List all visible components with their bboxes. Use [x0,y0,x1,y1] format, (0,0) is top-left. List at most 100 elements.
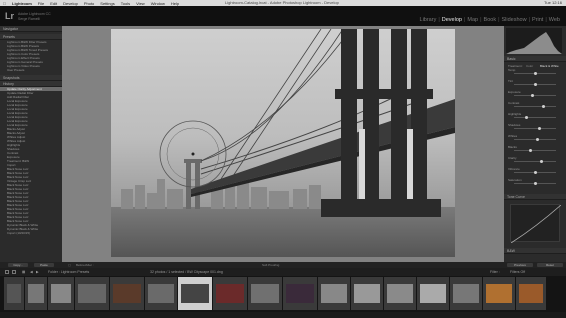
filmstrip-thumbnail[interactable] [318,277,350,310]
slider-knob[interactable] [525,116,529,119]
identity-text: Adobe Lightroom CC Serge Ramelli [18,12,51,22]
menu-window[interactable]: Window [151,1,165,6]
menu-file[interactable]: File [38,1,44,6]
slider-label: Exposure [508,90,521,94]
filmstrip-thumbnail[interactable] [25,277,47,310]
main-photo[interactable] [111,29,455,257]
slider-track[interactable] [514,116,556,119]
left-panel: Navigator Presets Lightroom B&W Filter P… [0,26,62,262]
thumbnail-image [7,284,21,303]
thumbnail-image [519,284,543,303]
module-slideshow[interactable]: Slideshow [502,17,527,23]
thumbnail-image [251,284,279,303]
filmstrip-thumbnail[interactable] [4,277,24,310]
menu-develop[interactable]: Develop [63,1,78,6]
filmstrip-thumbnail[interactable] [248,277,282,310]
histogram-graph [506,32,562,54]
module-separator: | [528,17,531,23]
thumbnail-image [486,284,512,303]
slider-track[interactable] [514,94,556,97]
tone-curve-header[interactable]: Tone Curve [504,194,566,200]
right-panel: Basic Treatment : Color Black & White Te… [504,26,566,262]
slider-track[interactable] [514,105,556,108]
slider-knob[interactable] [539,160,543,163]
module-print[interactable]: Print [532,17,543,23]
previous-button[interactable]: Previous [507,263,533,267]
module-library[interactable]: Library [420,17,437,23]
filmstrip-thumbnail[interactable] [145,277,177,310]
thumbnail-image [148,284,174,303]
copy-settings-button[interactable]: Copy... [8,263,28,267]
thumbnail-image [387,284,413,303]
treatment-bw[interactable]: Black & White [540,64,559,68]
filmstrip-thumbnail[interactable] [384,277,416,310]
menu-lightroom[interactable]: Lightroom [12,1,32,6]
lightroom-logo: Lr [5,11,14,21]
slider-knob[interactable] [535,138,539,141]
second-window-icon[interactable] [12,270,16,274]
menu-photo[interactable]: Photo [84,1,94,6]
slider-track[interactable] [514,127,556,130]
slider-label: Tint [508,79,513,83]
slider-track[interactable] [514,160,556,163]
slider-track[interactable] [514,149,556,152]
slider-knob[interactable] [537,127,541,130]
slider-track[interactable] [514,83,556,86]
slider-track[interactable] [514,171,556,174]
treatment-color[interactable]: Color [526,64,533,68]
module-web[interactable]: Web [549,17,560,23]
bw-header[interactable]: B&W [504,248,566,254]
slider-knob[interactable] [533,72,537,75]
filmstrip-thumbnail[interactable] [351,277,383,310]
module-book[interactable]: Book [484,17,497,23]
menu-tools[interactable]: Tools [121,1,130,6]
slider-track[interactable] [514,182,556,185]
filter-value[interactable]: Filters Off [510,268,525,276]
filmstrip-thumbnail[interactable] [483,277,515,310]
menu-edit[interactable]: Edit [50,1,57,6]
slider-knob[interactable] [533,171,537,174]
menu-settings[interactable]: Settings [100,1,114,6]
reset-button[interactable]: Reset [537,263,563,267]
forward-arrow-icon[interactable]: ▶ [36,268,39,276]
slider-knob[interactable] [529,149,533,152]
slider-knob[interactable] [533,83,537,86]
main-window-icon[interactable] [5,270,9,274]
slider-label: Vibrance [508,167,520,171]
module-map[interactable]: Map [467,17,478,23]
paste-settings-button[interactable]: Paste [34,263,54,267]
slider-label: Contrast [508,101,520,105]
filmstrip-thumbnail[interactable] [516,277,546,310]
history-step[interactable]: Import (10/20/15) [0,231,62,235]
filmstrip-thumbnail[interactable] [178,277,212,310]
menu-view[interactable]: View [136,1,145,6]
slider-knob[interactable] [531,94,535,97]
filmstrip-header: ▦ ◀ ▶ Folder : Lightroom Presets 32 phot… [0,268,566,276]
filmstrip-scrollbar[interactable] [0,312,566,318]
apple-icon[interactable]:  [3,1,6,6]
basic-header[interactable]: Basic [504,56,566,62]
filmstrip-thumbnail[interactable] [450,277,482,310]
menu-help[interactable]: Help [171,1,179,6]
module-develop[interactable]: Develop [442,17,462,23]
filmstrip-thumbnail[interactable] [283,277,317,310]
histogram[interactable] [506,28,562,54]
thumbnail-image [286,284,314,303]
thumbnail-image [216,284,244,303]
filmstrip-thumbnail[interactable] [417,277,449,310]
filmstrip-thumbnail[interactable] [75,277,109,310]
filmstrip-thumbnail[interactable] [48,277,74,310]
tone-curve-graph[interactable] [510,204,562,244]
slider-track[interactable] [514,138,556,141]
slider-knob[interactable] [533,182,537,185]
slider-knob[interactable] [541,105,545,108]
back-arrow-icon[interactable]: ◀ [30,268,33,276]
filmstrip-thumbnail[interactable] [110,277,144,310]
filmstrip-source[interactable]: Folder : Lightroom Presets [48,268,89,276]
slider-label: Clarity [508,156,517,160]
filmstrip-thumbnail[interactable] [213,277,247,310]
grid-view-icon[interactable]: ▦ [22,268,25,276]
slider-track[interactable] [514,72,556,75]
slider-label: Saturation [508,178,522,182]
thumbnail-image [354,284,380,303]
